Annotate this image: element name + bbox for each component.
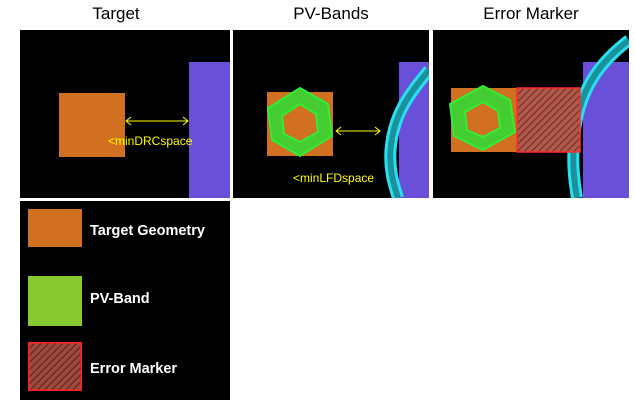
legend-panel: Target Geometry PV-Band Error Marker [20,201,230,400]
title-pv-bands: PV-Bands [293,4,369,23]
error-marker-shape [516,87,581,153]
legend-swatch-target-geometry [28,209,82,247]
legend-swatch-error-marker [28,342,82,391]
title-error-marker: Error Marker [483,4,579,23]
target-panel: <minDRCspace [20,30,230,198]
legend-label-pv-band: PV-Band [90,291,150,307]
min-drc-space-label: <minDRCspace [108,134,193,148]
legend-label-target-geometry: Target Geometry [90,223,205,239]
error-marker-panel [433,30,633,199]
min-lfd-space-label: <minLFDspace [293,171,374,185]
pv-bands-panel: <minLFDspace [233,30,434,200]
lfd-spacing-arrow [335,126,381,136]
error-marker-diagram [448,35,633,199]
legend-label-error-marker: Error Marker [90,361,178,377]
legend-swatch-pv-band [28,276,82,326]
drc-spacing-arrow [125,116,189,126]
neighbor-shape [189,62,230,198]
pv-bands-diagram: <minLFDspace [266,62,434,200]
title-target: Target [92,4,140,23]
target-diagram: <minDRCspace [59,62,230,198]
